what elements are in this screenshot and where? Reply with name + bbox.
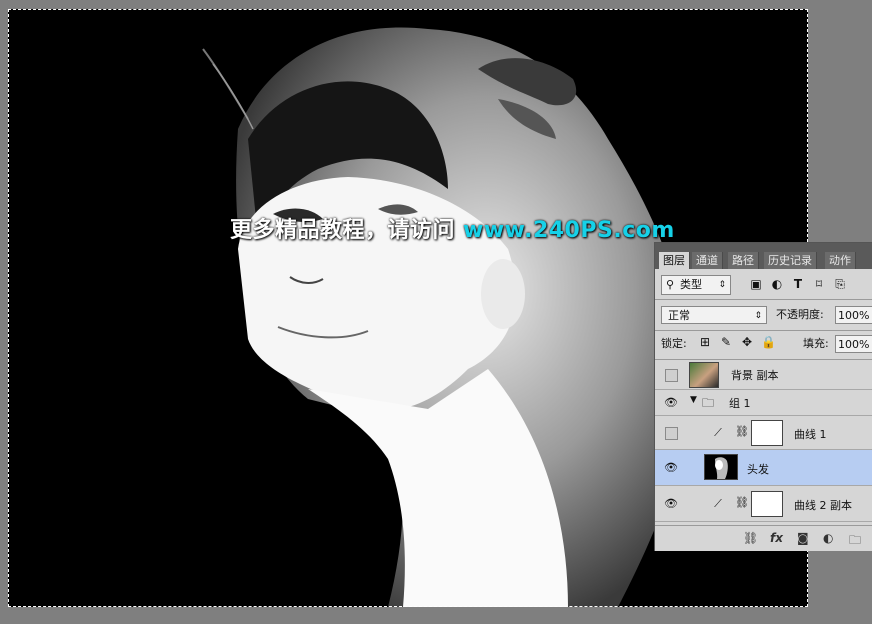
tab-actions[interactable]: 动作 — [825, 252, 856, 269]
adjustment-layer-icon[interactable]: ◐ — [823, 531, 833, 545]
type-icon[interactable]: T — [791, 277, 805, 291]
layer-row-hair[interactable]: 👁 头发 — [655, 450, 872, 486]
panel-tab-bar: 图层 通道 路径 历史记录 动作 — [655, 243, 872, 269]
link-icon[interactable]: ⛓ — [743, 531, 758, 545]
folder-icon: 🗀 — [702, 396, 715, 410]
layer-mask-thumbnail[interactable] — [751, 420, 783, 446]
tab-channels[interactable]: 通道 — [692, 252, 723, 269]
eye-icon[interactable]: 👁 — [664, 396, 678, 409]
layer-row-curves-2-copy[interactable]: 👁 ⟋ ⛓ 曲线 2 副本 — [655, 486, 872, 522]
layer-row-group-1[interactable]: 👁 ▼ 🗀 组 1 — [655, 390, 872, 416]
layer-thumbnail — [704, 454, 738, 480]
image-icon[interactable]: ▣ — [749, 277, 763, 291]
chevron-down-icon[interactable]: ▼ — [690, 395, 697, 405]
adjustment-icon[interactable]: ◐ — [770, 277, 784, 291]
layer-mask-thumbnail[interactable] — [751, 491, 783, 517]
search-icon: ⚲ — [666, 278, 675, 291]
layer-filter-select[interactable]: ⚲ 类型 ⇕ — [661, 275, 731, 295]
lock-row: 锁定: ⊞ ✎ ✥ 🔒 填充: 100% — [655, 331, 872, 359]
blend-mode-value: 正常 — [668, 309, 690, 322]
layer-thumbnail — [689, 362, 719, 388]
tab-history[interactable]: 历史记录 — [764, 252, 817, 269]
layers-panel: 图层 通道 路径 历史记录 动作 ⚲ 类型 ⇕ ▣ ◐ T ⌑ ⎘ 正常 ⇕ 不… — [654, 242, 872, 551]
layer-name: 背景 副本 — [731, 369, 779, 382]
watermark-url: www.240PS.com — [463, 218, 675, 243]
layer-name: 组 1 — [729, 397, 751, 410]
link-chain-icon[interactable]: ⛓ — [735, 496, 749, 509]
opacity-input[interactable]: 100% — [835, 306, 872, 324]
fill-label: 填充: — [803, 337, 829, 350]
blend-mode-select[interactable]: 正常 ⇕ — [661, 306, 767, 324]
layer-name: 头发 — [747, 463, 769, 476]
visibility-toggle[interactable] — [665, 427, 678, 440]
hair-thumbnail-image — [715, 457, 728, 479]
eye-icon[interactable]: 👁 — [664, 461, 678, 474]
fill-input[interactable]: 100% — [835, 335, 872, 353]
layer-name: 曲线 2 副本 — [794, 499, 852, 512]
layer-name: 曲线 1 — [794, 428, 827, 441]
watermark-text: 更多精品教程，请访问 — [230, 218, 456, 243]
lock-transparent-icon[interactable]: ⊞ — [698, 335, 712, 349]
folder-icon[interactable]: 🗀 — [849, 531, 861, 551]
smart-object-icon[interactable]: ⎘ — [833, 277, 847, 291]
filter-row: ⚲ 类型 ⇕ ▣ ◐ T ⌑ ⎘ — [655, 271, 872, 299]
lock-brush-icon[interactable]: ✎ — [719, 335, 733, 349]
tab-paths[interactable]: 路径 — [728, 252, 759, 269]
link-chain-icon[interactable]: ⛓ — [735, 425, 749, 438]
chevron-updown-icon: ⇕ — [754, 311, 762, 321]
blend-row: 正常 ⇕ 不透明度: 100% — [655, 300, 872, 330]
watermark: 更多精品教程，请访问 www.240PS.com — [230, 212, 675, 243]
lock-move-icon[interactable]: ✥ — [740, 335, 754, 349]
lock-all-icon[interactable]: 🔒 — [761, 335, 776, 349]
filter-label: 类型 — [680, 278, 702, 291]
mask-icon[interactable]: ◙ — [797, 531, 809, 545]
layer-row-curves-1[interactable]: ⟋ ⛓ 曲线 1 — [655, 416, 872, 450]
tab-layers[interactable]: 图层 — [659, 252, 690, 269]
lock-label: 锁定: — [661, 337, 687, 350]
layer-row-background-copy[interactable]: 背景 副本 — [655, 360, 872, 390]
visibility-toggle[interactable] — [665, 369, 678, 382]
layers-panel-bottom-bar: ⛓ fx ◙ ◐ 🗀 — [655, 525, 872, 551]
chevron-updown-icon: ⇕ — [718, 280, 726, 290]
opacity-label: 不透明度: — [776, 308, 824, 321]
fx-icon[interactable]: fx — [770, 531, 783, 545]
curves-adjustment-icon: ⟋ — [714, 497, 722, 510]
shape-icon[interactable]: ⌑ — [812, 277, 826, 291]
curves-adjustment-icon: ⟋ — [714, 426, 722, 439]
eye-icon[interactable]: 👁 — [664, 497, 678, 510]
